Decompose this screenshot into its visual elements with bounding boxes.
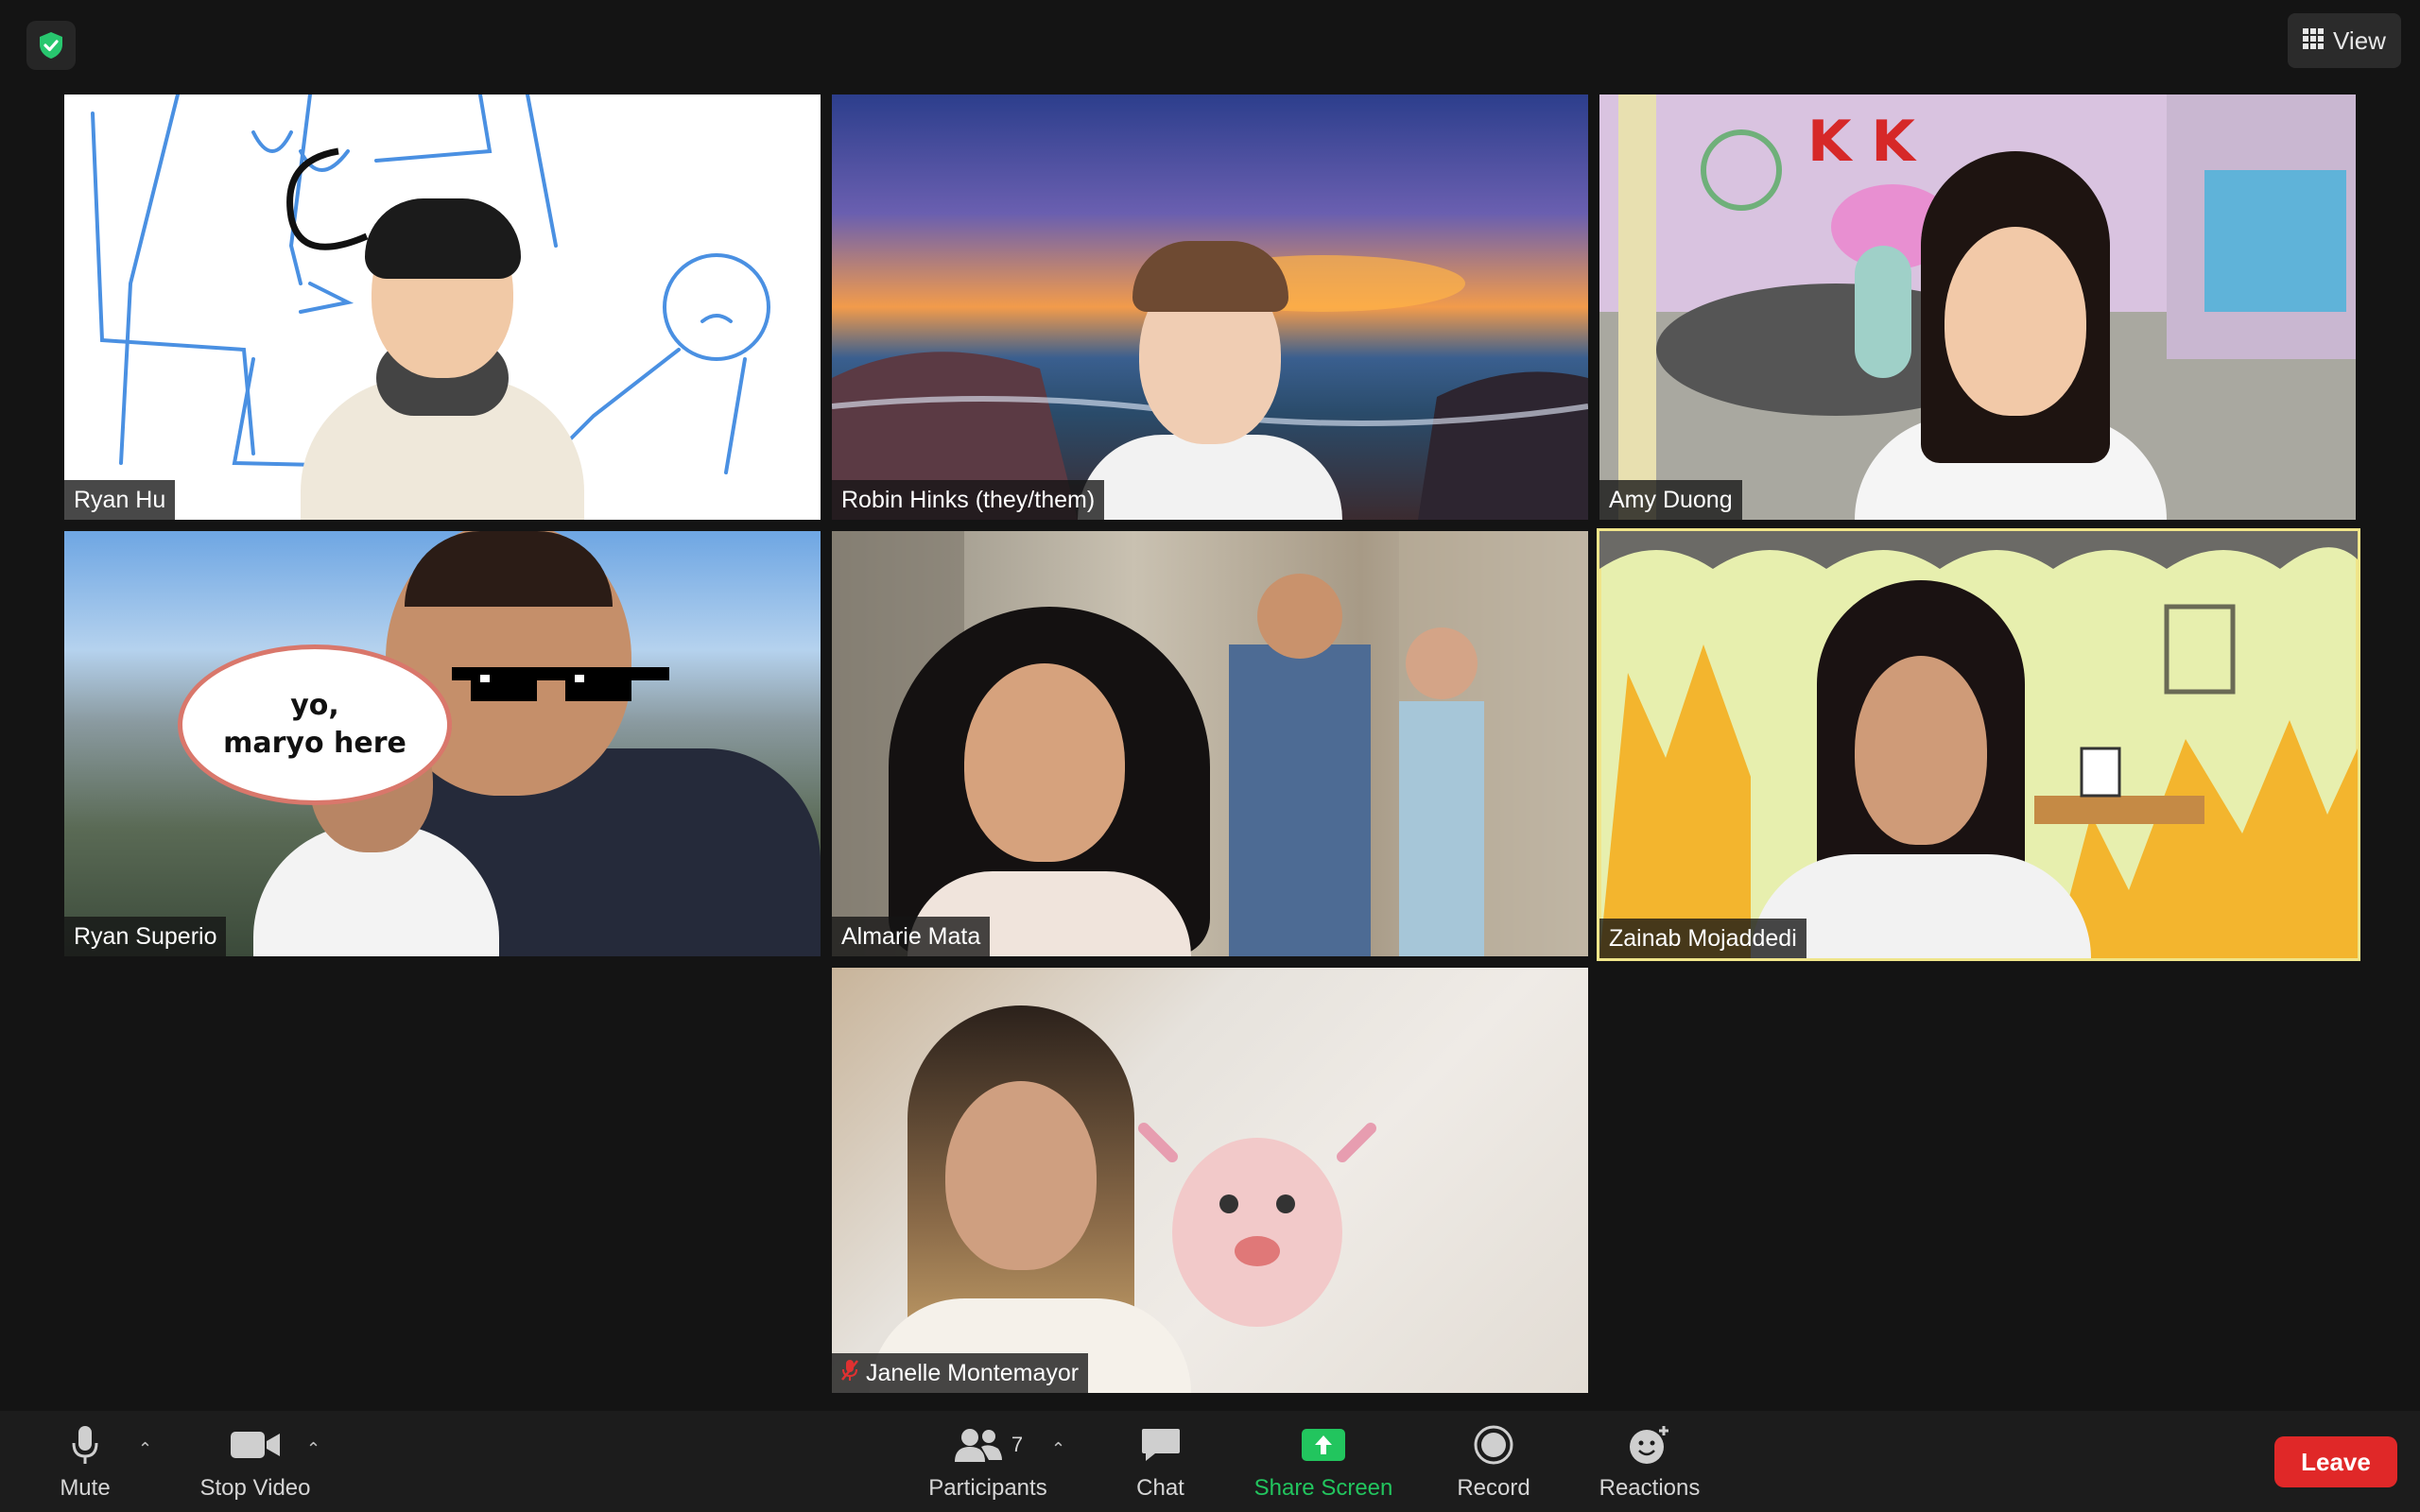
participant-name: Janelle Montemayor [866, 1359, 1080, 1386]
participant-name: Amy Duong [1609, 486, 1733, 513]
pixel-sunglasses-icon [452, 667, 669, 701]
chat-label: Chat [1136, 1474, 1184, 1501]
participants-count: 7 [1011, 1432, 1024, 1456]
participant-name-tag: Robin Hinks (they/them) [832, 480, 1105, 520]
speech-bubble: yo, maryo here [178, 644, 452, 805]
reactions-label: Reactions [1599, 1474, 1701, 1501]
participant-video [301, 94, 584, 520]
chat-button[interactable]: Chat [1120, 1411, 1201, 1512]
participant-name: Zainab Mojaddedi [1609, 924, 1797, 952]
reactions-smiley-icon [1628, 1422, 1671, 1468]
reactions-button[interactable]: Reactions [1588, 1411, 1711, 1512]
record-button[interactable]: Record [1446, 1411, 1541, 1512]
mute-label: Mute [60, 1474, 111, 1501]
mute-button[interactable]: Mute [47, 1411, 123, 1512]
stop-video-button[interactable]: Stop Video [189, 1411, 321, 1512]
video-tile[interactable]: Robin Hinks (they/them) [832, 94, 1588, 520]
video-tile[interactable]: K K Amy Duong [1599, 94, 2356, 520]
participant-name-tag: Ryan Superio [64, 917, 227, 956]
participant-name: Almarie Mata [841, 922, 981, 950]
participant-name-tag: Almarie Mata [832, 917, 991, 956]
participant-video [870, 968, 1191, 1393]
participants-icon [954, 1428, 1002, 1462]
participant-name-tag: Ryan Hu [64, 480, 176, 520]
muted-microphone-icon [841, 1359, 858, 1388]
participant-name: Robin Hinks (they/them) [841, 486, 1096, 513]
video-tile-active-speaker[interactable]: Zainab Mojaddedi [1597, 528, 2360, 961]
participants-button[interactable]: 7 Participants [917, 1411, 1059, 1512]
participant-name-tag: Zainab Mojaddedi [1599, 919, 1806, 958]
leave-button[interactable]: Leave [2274, 1436, 2397, 1487]
record-icon [1474, 1422, 1513, 1468]
participant-video [1855, 94, 2167, 520]
participants-icon-group: 7 [953, 1422, 1023, 1468]
participant-name: Ryan Hu [74, 486, 166, 513]
meeting-toolbar: Mute ⌃ Stop Video ⌃ 7 Participants ⌃ Cha… [0, 1411, 2420, 1512]
view-button[interactable]: View [2288, 13, 2401, 68]
participant-name-tag: Janelle Montemayor [832, 1353, 1089, 1393]
participant-name-tag: Amy Duong [1599, 480, 1742, 520]
video-tile[interactable]: Janelle Montemayor [832, 968, 1588, 1393]
participant-video [870, 531, 1229, 956]
video-camera-icon [231, 1422, 280, 1468]
participant-name: Ryan Superio [74, 922, 217, 950]
chat-bubble-icon [1140, 1422, 1182, 1468]
record-label: Record [1457, 1474, 1530, 1501]
share-screen-button[interactable]: Share Screen [1248, 1411, 1399, 1512]
stop-video-label: Stop Video [199, 1474, 311, 1501]
video-tile[interactable]: yo, maryo here Ryan Superio [64, 531, 821, 956]
share-screen-label: Share Screen [1253, 1474, 1393, 1501]
share-screen-icon [1300, 1422, 1347, 1468]
speech-bubble-text: yo, maryo here [223, 689, 406, 760]
participants-options-caret-icon[interactable]: ⌃ [1051, 1439, 1065, 1459]
video-tile[interactable]: Almarie Mata [832, 531, 1588, 956]
video-options-caret-icon[interactable]: ⌃ [306, 1439, 320, 1459]
leave-label: Leave [2301, 1447, 2371, 1476]
audio-options-caret-icon[interactable]: ⌃ [138, 1439, 152, 1459]
microphone-icon [71, 1422, 99, 1468]
video-tile[interactable]: Ryan Hu [64, 94, 821, 520]
participant-video [1078, 94, 1342, 520]
view-label: View [2333, 26, 2386, 55]
security-shield-icon[interactable] [26, 21, 76, 70]
participant-video [1751, 533, 2091, 958]
participants-label: Participants [928, 1474, 1047, 1501]
grid-icon [2303, 26, 2325, 56]
